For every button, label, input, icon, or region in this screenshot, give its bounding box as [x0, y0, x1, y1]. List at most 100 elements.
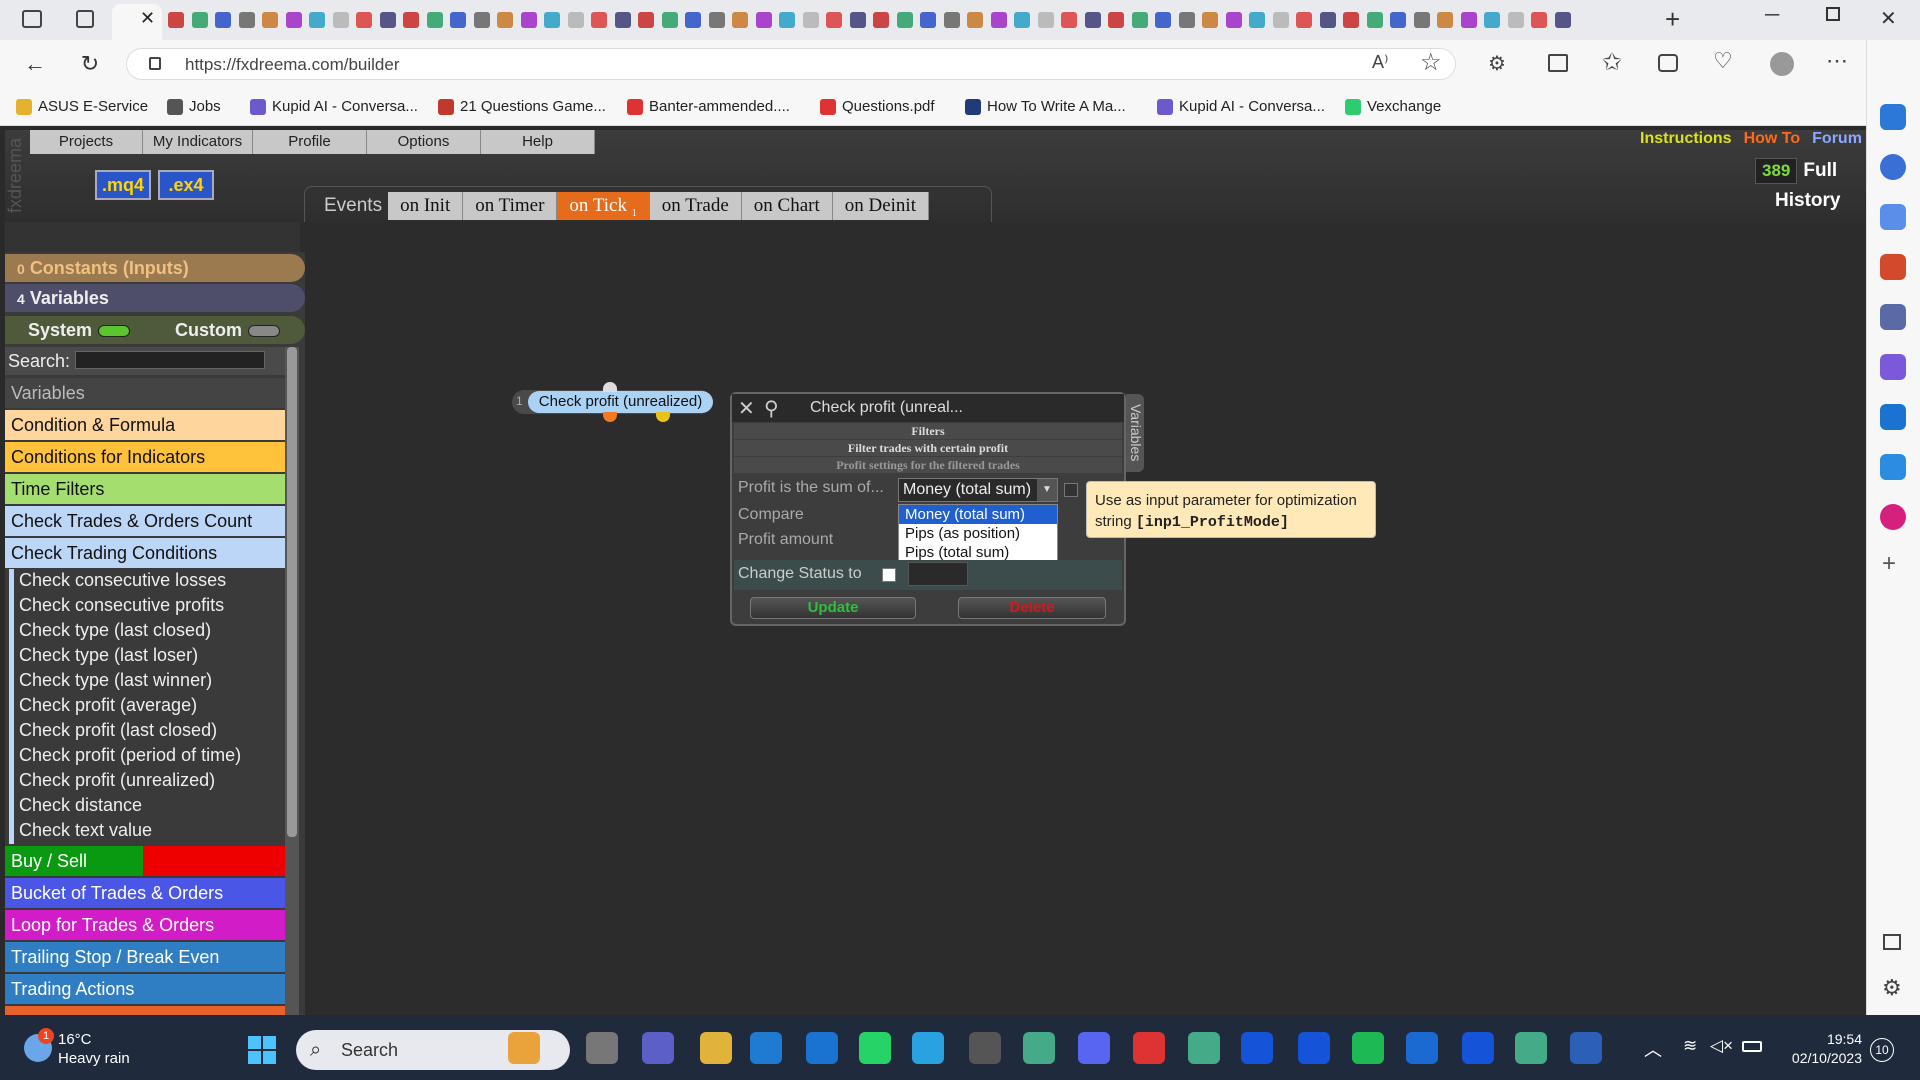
- tab-favicon-icon[interactable]: [1413, 12, 1430, 28]
- tab-favicon-icon[interactable]: [403, 12, 419, 28]
- tab-favicon-icon[interactable]: [1014, 12, 1030, 28]
- bookmark-item[interactable]: Vexchange: [1345, 98, 1441, 115]
- taskbar-app-icon[interactable]: [586, 1032, 618, 1064]
- tab-favicon-icon[interactable]: [450, 12, 466, 28]
- option-pips-position[interactable]: Pips (as position): [899, 524, 1057, 543]
- bookmark-item[interactable]: Jobs: [167, 98, 221, 115]
- taskbar-app-icon[interactable]: [859, 1032, 891, 1064]
- optimization-checkbox[interactable]: [1064, 483, 1078, 497]
- volume-muted-icon[interactable]: ◁×: [1710, 1036, 1733, 1056]
- tab-on-deinit[interactable]: on Deinit: [832, 192, 929, 220]
- tab-favicon-icon[interactable]: [567, 12, 584, 28]
- menu-projects[interactable]: Projects: [30, 130, 143, 154]
- tab-favicon-icon[interactable]: [1296, 12, 1312, 28]
- new-tab-icon[interactable]: +: [1665, 4, 1680, 35]
- tab-favicon-icon[interactable]: [473, 12, 490, 28]
- bookmark-item[interactable]: Banter-ammended....: [627, 98, 790, 115]
- taskbar-app-icon[interactable]: [700, 1032, 732, 1064]
- taskbar-app-icon[interactable]: [1078, 1032, 1110, 1064]
- block-label[interactable]: Check profit (unrealized): [528, 391, 713, 413]
- extensions-icon[interactable]: ⚙: [1488, 51, 1506, 76]
- tab-favicon-icon[interactable]: [708, 12, 725, 28]
- tab-favicon-icon[interactable]: [285, 12, 302, 28]
- tab-favicon-icon[interactable]: [896, 12, 913, 28]
- taskbar-app-icon[interactable]: [1462, 1032, 1494, 1064]
- mq4-button[interactable]: .mq4: [95, 170, 151, 200]
- category-variables[interactable]: Variables: [5, 378, 285, 408]
- tab-favicon-icon[interactable]: [1390, 12, 1406, 28]
- variables-header[interactable]: 4 Variables: [5, 284, 305, 312]
- taskbar-app-icon[interactable]: [1133, 1032, 1165, 1064]
- taskbar-app-icon[interactable]: [1298, 1032, 1330, 1064]
- category-bucket[interactable]: Bucket of Trades & Orders: [5, 878, 285, 908]
- add-sidebar-icon[interactable]: +: [1882, 550, 1896, 578]
- bookmark-item[interactable]: ASUS E-Service: [16, 98, 148, 115]
- tab-favicon-icon[interactable]: [802, 12, 819, 28]
- tab-favicon-icon[interactable]: [779, 12, 795, 28]
- collections-icon[interactable]: [1658, 54, 1678, 72]
- category-conditions-indicators[interactable]: Conditions for Indicators: [5, 442, 285, 472]
- taskbar-app-icon[interactable]: [1352, 1032, 1384, 1064]
- tab-favicon-icon[interactable]: [1178, 12, 1195, 28]
- tab-favicon-icon[interactable]: [379, 12, 396, 28]
- category-trailing-stop[interactable]: Trailing Stop / Break Even: [5, 942, 285, 972]
- menu-my-indicators[interactable]: My Indicators: [143, 130, 253, 154]
- history-button[interactable]: History: [1775, 190, 1840, 212]
- option-money-total[interactable]: Money (total sum): [899, 505, 1057, 524]
- tab-favicon-icon[interactable]: [1084, 12, 1101, 28]
- taskbar-app-icon[interactable]: [1570, 1032, 1602, 1064]
- block-input-connector[interactable]: [603, 382, 617, 392]
- tab-favicon-icon[interactable]: [755, 12, 772, 28]
- ex4-button[interactable]: .ex4: [158, 170, 214, 200]
- tab-favicon-icon[interactable]: [544, 12, 560, 28]
- split-screen-icon[interactable]: [1548, 54, 1568, 72]
- tab-favicon-icon[interactable]: [1343, 12, 1359, 28]
- back-icon[interactable]: ←: [22, 51, 48, 77]
- custom-toggle[interactable]: [248, 325, 280, 337]
- category-check-trading-conditions[interactable]: Check Trading Conditions: [5, 538, 285, 568]
- favorite-star-icon[interactable]: ☆: [1420, 48, 1442, 77]
- tab-favicon-icon[interactable]: [1225, 12, 1242, 28]
- tab-favicon-icon[interactable]: [426, 12, 443, 28]
- tab-favicon-icon[interactable]: [614, 12, 631, 28]
- system-toggle[interactable]: [98, 325, 130, 337]
- tab-favicon-icon[interactable]: [1202, 12, 1218, 28]
- taskbar-app-icon[interactable]: [1188, 1032, 1220, 1064]
- bookmark-item[interactable]: Questions.pdf: [820, 98, 935, 115]
- bookmark-item[interactable]: How To Write A Ma...: [965, 98, 1126, 115]
- tray-chevron-icon[interactable]: ︿: [1644, 1036, 1662, 1062]
- settings-gear-icon[interactable]: ⚙: [1882, 975, 1902, 1001]
- start-windows-icon[interactable]: [248, 1036, 276, 1064]
- tab-favicon-icon[interactable]: [1437, 12, 1453, 28]
- profit-mode-select[interactable]: Money (total sum) ▼: [898, 478, 1058, 502]
- bookmark-item[interactable]: Kupid AI - Conversa...: [1157, 98, 1325, 115]
- tab-favicon-icon[interactable]: [1554, 12, 1571, 28]
- tab-favicon-icon[interactable]: [661, 12, 678, 28]
- taskbar-app-icon[interactable]: [806, 1032, 838, 1064]
- tab-favicon-icon[interactable]: [1484, 12, 1500, 28]
- tab-favicon-icon[interactable]: [1249, 12, 1265, 28]
- tab-favicon-icon[interactable]: [967, 12, 983, 28]
- constants-header[interactable]: 0 Constants (Inputs): [5, 254, 305, 282]
- full-button[interactable]: Full: [1803, 160, 1837, 182]
- tab-favicon-icon[interactable]: [168, 12, 184, 28]
- scrollbar-thumb[interactable]: [287, 347, 297, 837]
- tab-favicon-icon[interactable]: [1131, 12, 1148, 28]
- tab-favicon-icon[interactable]: [356, 12, 372, 28]
- tab-on-init[interactable]: on Init: [388, 192, 464, 220]
- tab-favicon-icon[interactable]: [215, 12, 231, 28]
- dialog-pin-icon[interactable]: ⚲: [764, 396, 779, 421]
- instructions-link[interactable]: Instructions: [1640, 130, 1732, 148]
- tab-favicon-icon[interactable]: [238, 12, 255, 28]
- forum-link[interactable]: Forum: [1812, 130, 1862, 148]
- taskbar-app-icon[interactable]: [750, 1032, 782, 1064]
- item-distance[interactable]: Check distance: [19, 795, 142, 816]
- shopping-tag-icon[interactable]: [1880, 204, 1906, 230]
- profile-avatar-icon[interactable]: [1770, 52, 1794, 76]
- block-search-input[interactable]: [75, 351, 265, 369]
- change-status-field[interactable]: [908, 562, 968, 586]
- tab-favicon-icon[interactable]: [591, 12, 607, 28]
- tab-on-tick[interactable]: on Tick 1: [557, 192, 650, 220]
- menu-options[interactable]: Options: [367, 130, 481, 154]
- notification-count[interactable]: 10: [1870, 1038, 1894, 1062]
